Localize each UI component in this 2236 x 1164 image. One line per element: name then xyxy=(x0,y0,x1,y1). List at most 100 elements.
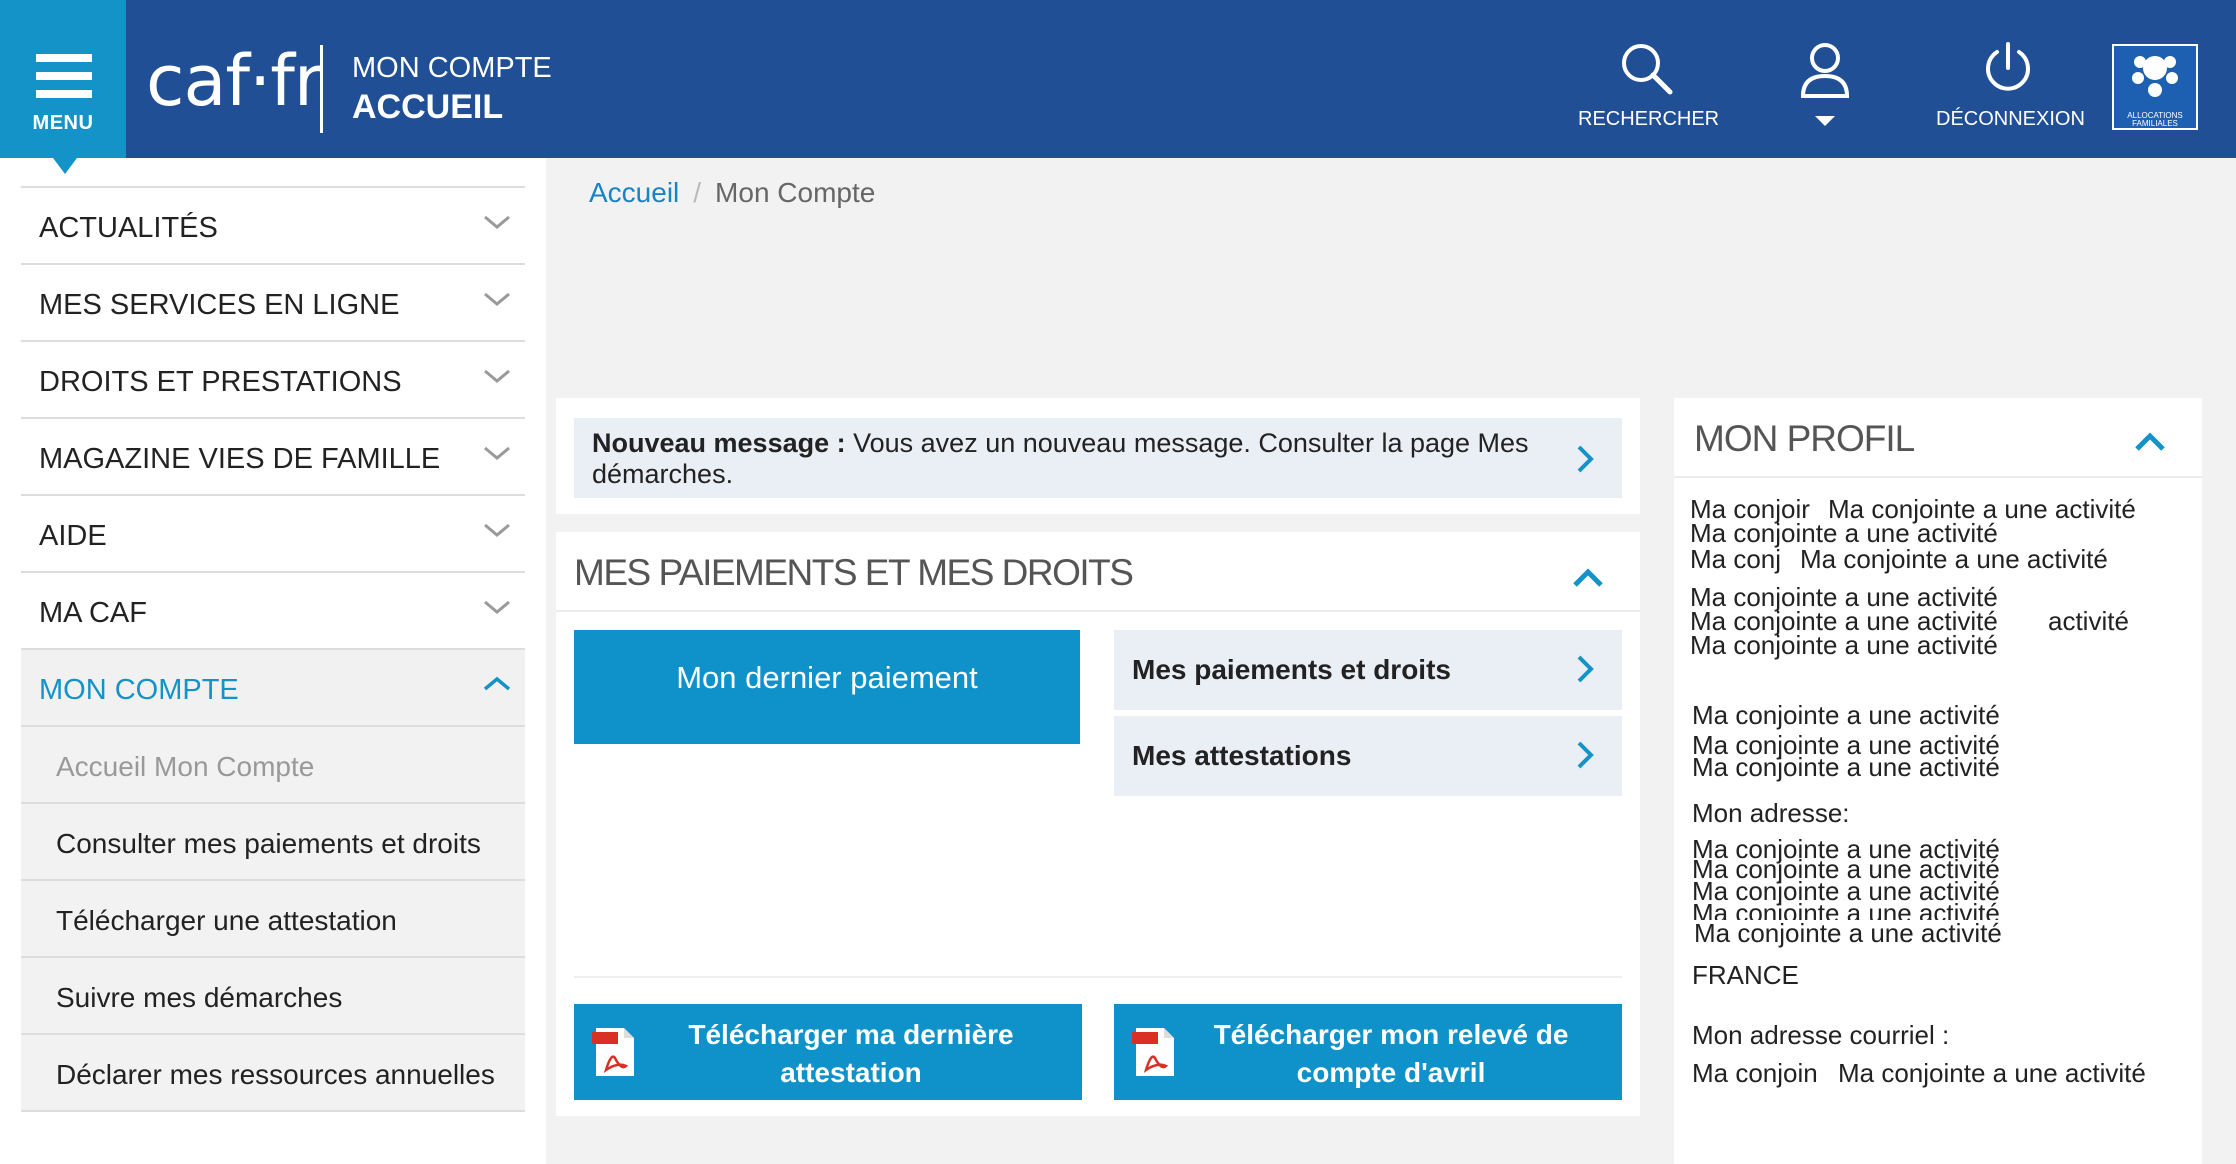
user-icon xyxy=(1800,43,1850,98)
subnav-label: Déclarer mes ressources annuelles xyxy=(56,1059,495,1090)
profile-header: MON PROFIL xyxy=(1674,398,2202,478)
menu-label: MENU xyxy=(32,112,94,134)
chevron-down-icon xyxy=(484,523,510,537)
chevron-right-icon xyxy=(1577,445,1594,473)
profile-title: MON PROFIL xyxy=(1694,418,1915,459)
sidebar-item-label: MES SERVICES EN LIGNE xyxy=(39,289,400,321)
chevron-up-icon xyxy=(483,676,511,691)
chevron-right-icon xyxy=(1577,741,1594,769)
breadcrumb-current: Mon Compte xyxy=(715,177,876,208)
sidebar-divider xyxy=(21,1110,525,1112)
message-panel: Nouveau message : Vous avez un nouveau m… xyxy=(556,398,1640,514)
subnav-telecharger-attestation[interactable]: Télécharger une attestation xyxy=(21,879,525,956)
subnav-suivre-demarches[interactable]: Suivre mes démarches xyxy=(21,956,525,1033)
email-label: Mon adresse courriel : xyxy=(1692,1020,1950,1050)
profile-line: activité xyxy=(2048,606,2129,636)
profile-line: Ma conjointe a une activité xyxy=(1690,518,1998,548)
breadcrumb: Accueil / Mon Compte xyxy=(589,177,875,209)
last-payment-tile[interactable]: Mon dernier paiement xyxy=(574,630,1080,744)
sidebar-item-label: MON COMPTE xyxy=(39,674,239,706)
search-button[interactable]: RECHERCHER xyxy=(1578,40,1720,131)
sidebar-item-label: MA CAF xyxy=(39,597,147,629)
hamburger-icon xyxy=(36,54,92,108)
breadcrumb-separator: / xyxy=(693,177,702,208)
chevron-down-icon xyxy=(484,215,510,229)
menu-caret xyxy=(53,158,77,174)
search-label: RECHERCHER xyxy=(1578,108,1720,130)
chevron-up-icon[interactable] xyxy=(2132,426,2168,456)
sidebar-item-label: MAGAZINE VIES DE FAMILLE xyxy=(39,443,441,475)
profile-line: Ma conjointe a une activité xyxy=(1692,700,2000,730)
sidebar-item-label: ACTUALITÉS xyxy=(39,212,218,244)
subnav-label: Télécharger une attestation xyxy=(56,905,397,936)
payments-title: MES PAIEMENTS ET MES DROITS xyxy=(574,552,1134,593)
payments-panel: MES PAIEMENTS ET MES DROITS Mon dernier … xyxy=(556,532,1640,1116)
chevron-down-icon xyxy=(484,600,510,614)
panel-divider xyxy=(556,610,1640,612)
download-label: Télécharger mon relevé de compte d'avril xyxy=(1213,1019,1569,1088)
sidebar-item-magazine[interactable]: MAGAZINE VIES DE FAMILLE xyxy=(21,417,525,494)
profile-line: Ma conjoin xyxy=(1692,1058,1818,1088)
download-label: Télécharger ma dernière attestation xyxy=(688,1019,1014,1088)
last-payment-label: Mon dernier paiement xyxy=(676,660,978,695)
sidebar-item-aide[interactable]: AIDE xyxy=(21,494,525,571)
badge-text: ALLOCATIONS FAMILIALES xyxy=(2127,111,2183,128)
section-title: MON COMPTE xyxy=(352,52,552,84)
profile-line: Ma conj xyxy=(1690,544,1782,574)
breadcrumb-home-link[interactable]: Accueil xyxy=(589,177,679,208)
profile-line: Ma conjointe a une activité xyxy=(1800,546,2114,572)
new-message-banner[interactable]: Nouveau message : Vous avez un nouveau m… xyxy=(574,418,1622,498)
message-title: Nouveau message : xyxy=(592,428,846,458)
menu-button[interactable]: MENU xyxy=(0,0,126,158)
download-attestation-button[interactable]: Télécharger ma dernière attestation xyxy=(574,1004,1082,1100)
subnav-consulter-paiements[interactable]: Consulter mes paiements et droits xyxy=(21,802,525,879)
top-header: MENU caf·fr MON COMPTE ACCUEIL RECHERCHE… xyxy=(0,0,2236,158)
subnav-label: Consulter mes paiements et droits xyxy=(56,828,481,859)
subnav-label: Accueil Mon Compte xyxy=(56,751,315,782)
pdf-icon xyxy=(592,1028,634,1076)
profile-line: Ma conjointe a une activité xyxy=(1838,1060,2152,1086)
sidebar-item-actualites[interactable]: ACTUALITÉS xyxy=(21,186,525,263)
profile-line: Ma conjointe a une activité xyxy=(1694,920,2006,946)
search-icon xyxy=(1622,44,1673,95)
header-divider xyxy=(320,45,323,133)
link-label: Mes attestations xyxy=(1132,740,1352,771)
panel-divider xyxy=(574,976,1622,978)
chevron-down-icon xyxy=(484,446,510,460)
subnav-declarer-ressources[interactable]: Déclarer mes ressources annuelles xyxy=(21,1033,525,1110)
sidebar: ACTUALITÉS MES SERVICES EN LIGNE DROITS … xyxy=(0,158,546,1164)
sidebar-item-droits[interactable]: DROITS ET PRESTATIONS xyxy=(21,340,525,417)
caf-logo[interactable]: caf·fr xyxy=(146,46,323,116)
pdf-icon xyxy=(1132,1028,1174,1076)
power-icon xyxy=(1986,42,2030,91)
address-label: Mon adresse: xyxy=(1692,798,1850,828)
chevron-down-icon xyxy=(1815,116,1835,126)
sidebar-item-ma-caf[interactable]: MA CAF xyxy=(21,571,525,648)
user-menu-button[interactable] xyxy=(1788,40,1862,128)
profile-line: Ma conjointe a une activité xyxy=(1690,630,1998,660)
sidebar-nav: ACTUALITÉS MES SERVICES EN LIGNE DROITS … xyxy=(21,186,525,1112)
chevron-up-icon[interactable] xyxy=(1570,562,1606,592)
subnav-accueil-mon-compte[interactable]: Accueil Mon Compte xyxy=(21,725,525,802)
download-statement-button[interactable]: Télécharger mon relevé de compte d'avril xyxy=(1114,1004,1622,1100)
payments-rights-link[interactable]: Mes paiements et droits xyxy=(1114,630,1622,710)
logout-button[interactable]: DÉCONNEXION xyxy=(1936,40,2085,131)
message-text: Nouveau message : Vous avez un nouveau m… xyxy=(592,428,1552,490)
sidebar-item-label: DROITS ET PRESTATIONS xyxy=(39,366,402,398)
link-label: Mes paiements et droits xyxy=(1132,654,1451,685)
sidebar-item-label: AIDE xyxy=(39,520,107,552)
chevron-down-icon xyxy=(484,292,510,306)
attestations-link[interactable]: Mes attestations xyxy=(1114,716,1622,796)
family-emblem-icon xyxy=(2132,56,2178,97)
page-title: ACCUEIL xyxy=(352,88,504,126)
profile-panel: MON PROFIL Ma conjoir Ma conjointe a une… xyxy=(1674,398,2202,1164)
subnav-label: Suivre mes démarches xyxy=(56,982,343,1013)
country: FRANCE xyxy=(1692,960,1799,990)
chevron-down-icon xyxy=(484,369,510,383)
logout-label: DÉCONNEXION xyxy=(1936,108,2085,130)
sidebar-item-mon-compte[interactable]: MON COMPTE xyxy=(21,648,525,725)
profile-line: Ma conjointe a une activité xyxy=(1692,752,2000,782)
chevron-right-icon xyxy=(1577,655,1594,683)
sidebar-item-services[interactable]: MES SERVICES EN LIGNE xyxy=(21,263,525,340)
allocations-familiales-logo: ALLOCATIONS FAMILIALES xyxy=(2112,44,2198,130)
